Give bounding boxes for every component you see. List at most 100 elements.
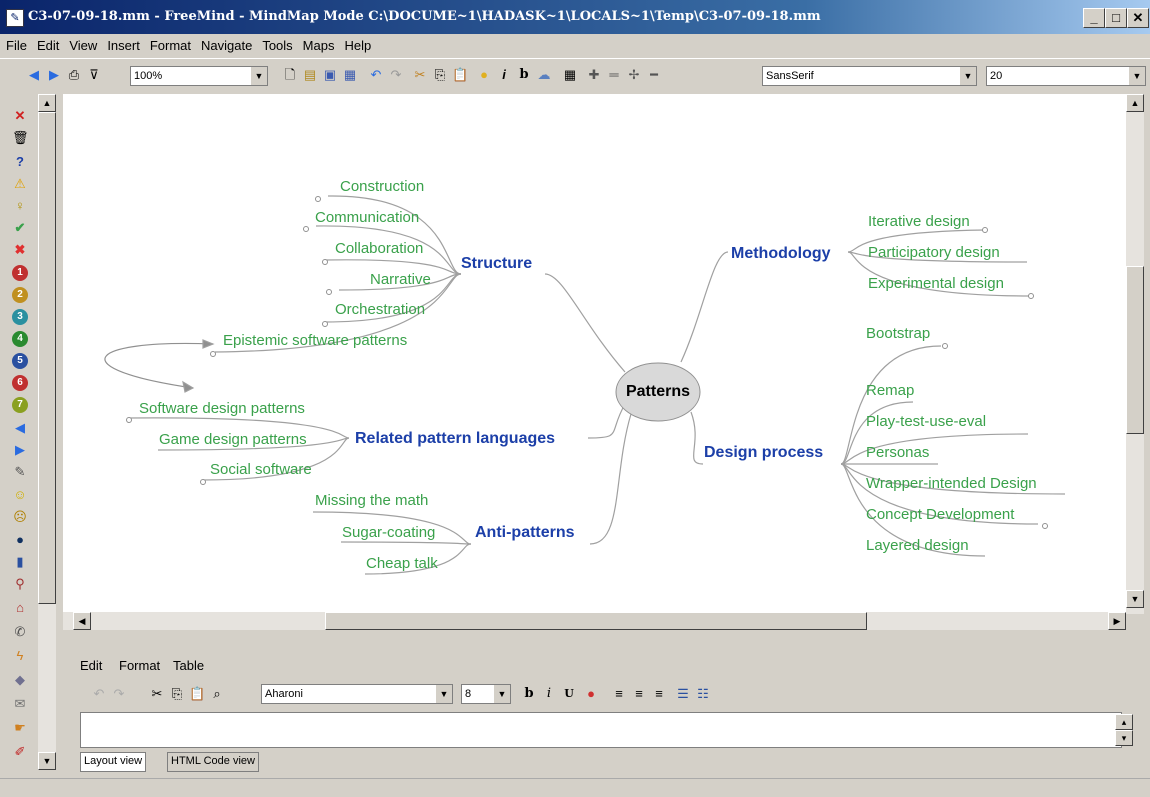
- hand-icon[interactable]: ☛: [12, 720, 28, 736]
- node-bootstrap[interactable]: Bootstrap: [866, 325, 930, 343]
- scroll-right-icon[interactable]: ▶: [1108, 612, 1126, 630]
- close-button[interactable]: ✕: [1127, 8, 1149, 28]
- scroll-down-icon[interactable]: ▾: [1115, 730, 1133, 746]
- cut-icon[interactable]: ✂: [412, 67, 428, 83]
- chevron-down-icon[interactable]: ▼: [959, 67, 976, 85]
- node-wrapper-intended-design[interactable]: Wrapper-intended Design: [866, 475, 1037, 493]
- book-icon[interactable]: ▮: [12, 554, 28, 570]
- redo-icon[interactable]: ↷: [388, 67, 404, 83]
- chevron-down-icon[interactable]: ▼: [493, 685, 510, 703]
- node-concept-development[interactable]: Concept Development: [866, 506, 1014, 524]
- scroll-down-icon[interactable]: ▼: [1126, 590, 1144, 608]
- edge-linear-icon[interactable]: ═: [606, 67, 622, 83]
- menu-maps[interactable]: Maps: [297, 34, 339, 53]
- menu-format[interactable]: Format: [144, 34, 195, 53]
- node-methodology[interactable]: Methodology: [731, 245, 831, 263]
- freemind-app-icon[interactable]: ✎: [6, 9, 24, 27]
- priority-6-icon[interactable]: 6: [12, 375, 28, 391]
- magnifier-icon[interactable]: ⚲: [12, 576, 28, 592]
- pen-icon[interactable]: ✐: [12, 744, 28, 760]
- align-right-icon[interactable]: ≡: [651, 686, 667, 702]
- bomb-icon[interactable]: ●: [12, 532, 28, 548]
- node-social-software[interactable]: Social software: [210, 461, 312, 479]
- calendar-icon[interactable]: ▦: [562, 67, 578, 83]
- node-missing-the-math[interactable]: Missing the math: [315, 492, 428, 510]
- node-narrative[interactable]: Narrative: [370, 271, 431, 289]
- menu-view[interactable]: View: [63, 34, 101, 53]
- priority-5-icon[interactable]: 5: [12, 353, 28, 369]
- chevron-down-icon[interactable]: ▼: [1128, 67, 1145, 85]
- node-construction[interactable]: Construction: [340, 178, 424, 196]
- node-sugar-coating[interactable]: Sugar-coating: [342, 524, 435, 542]
- node-orchestration[interactable]: Orchestration: [335, 301, 425, 319]
- italic-icon[interactable]: i: [541, 686, 557, 702]
- arrow-right-icon[interactable]: ▶: [12, 442, 28, 458]
- icon-toolbar-scrollbar[interactable]: ▲ ▼: [38, 94, 56, 770]
- save-as-icon[interactable]: ▦: [342, 67, 358, 83]
- node-collaboration[interactable]: Collaboration: [335, 240, 423, 258]
- node-iterative-design[interactable]: Iterative design: [868, 213, 970, 231]
- cut-icon[interactable]: ✂: [149, 686, 165, 702]
- menu-edit[interactable]: Edit: [31, 34, 63, 53]
- zoom-select[interactable]: 100% ▼: [130, 66, 268, 86]
- priority-7-icon[interactable]: 7: [12, 397, 28, 413]
- edge-bezier-icon[interactable]: ✢: [626, 67, 642, 83]
- copy-icon[interactable]: ⎘: [432, 67, 448, 83]
- mindmap-canvas[interactable]: Patterns Structure Construction Communic…: [63, 94, 1126, 612]
- node-play-test-use-eval[interactable]: Play-test-use-eval: [866, 413, 986, 431]
- scrollbar-thumb[interactable]: [325, 612, 867, 630]
- bold-icon[interactable]: b: [521, 686, 537, 702]
- cross-icon[interactable]: ✖: [12, 242, 28, 258]
- open-map-icon[interactable]: ▤: [302, 67, 318, 83]
- note-text-area[interactable]: [80, 712, 1122, 748]
- scroll-up-icon[interactable]: ▲: [1126, 94, 1144, 112]
- scrollbar-thumb[interactable]: [38, 112, 56, 604]
- node-layered-design[interactable]: Layered design: [866, 537, 969, 555]
- paste-icon[interactable]: 📋: [189, 686, 205, 702]
- italic-icon[interactable]: i: [496, 67, 512, 83]
- idea-icon[interactable]: ♀: [12, 198, 28, 214]
- scrollbar-thumb[interactable]: [1126, 266, 1144, 434]
- node-participatory-design[interactable]: Participatory design: [868, 244, 1000, 262]
- align-left-icon[interactable]: ≡: [611, 686, 627, 702]
- scroll-left-icon[interactable]: ◀: [73, 612, 91, 630]
- undo-icon[interactable]: ↶: [91, 686, 107, 702]
- root-node[interactable]: Patterns: [614, 383, 702, 401]
- question-icon[interactable]: ?: [12, 154, 28, 170]
- node-personas[interactable]: Personas: [866, 444, 929, 462]
- underline-icon[interactable]: U: [561, 686, 577, 702]
- menu-help[interactable]: Help: [338, 34, 375, 53]
- priority-4-icon[interactable]: 4: [12, 331, 28, 347]
- align-center-icon[interactable]: ≡: [631, 686, 647, 702]
- numbered-list-icon[interactable]: ☷: [695, 686, 711, 702]
- priority-2-icon[interactable]: 2: [12, 287, 28, 303]
- menu-navigate[interactable]: Navigate: [195, 34, 256, 53]
- node-software-design-patterns[interactable]: Software design patterns: [139, 400, 305, 418]
- color-icon[interactable]: ●: [583, 686, 599, 702]
- edge-sharp-icon[interactable]: ━: [646, 67, 662, 83]
- node-design-process[interactable]: Design process: [704, 444, 823, 462]
- node-anti-patterns[interactable]: Anti-patterns: [475, 524, 575, 542]
- note-font-size-select[interactable]: 8 ▼: [461, 684, 511, 704]
- home-icon[interactable]: ⌂: [12, 600, 28, 616]
- scroll-up-icon[interactable]: ▲: [38, 94, 56, 112]
- note-font-family-select[interactable]: Aharoni ▼: [261, 684, 453, 704]
- new-map-icon[interactable]: 🗋: [282, 67, 298, 83]
- node-add-icon[interactable]: ✚: [586, 67, 602, 83]
- node-epistemic-software-patterns[interactable]: Epistemic software patterns: [223, 332, 407, 350]
- menu-file[interactable]: File: [0, 34, 31, 53]
- forward-icon[interactable]: ▶: [46, 67, 62, 83]
- warning-icon[interactable]: ⚠: [12, 176, 28, 192]
- pencil-icon[interactable]: ✎: [12, 464, 28, 480]
- paste-icon[interactable]: 📋: [452, 67, 468, 83]
- phone-icon[interactable]: ✆: [12, 624, 28, 640]
- node-experimental-design[interactable]: Experimental design: [868, 275, 1004, 293]
- maximize-button[interactable]: □: [1105, 8, 1127, 28]
- flash-icon[interactable]: ϟ: [12, 648, 28, 664]
- node-related-pattern-languages[interactable]: Related pattern languages: [355, 430, 555, 448]
- chevron-down-icon[interactable]: ▼: [435, 685, 452, 703]
- cloud-icon[interactable]: ☁: [536, 67, 552, 83]
- note-menu-format[interactable]: Format: [119, 658, 160, 673]
- note-menu-table[interactable]: Table: [173, 658, 204, 673]
- tab-layout-view[interactable]: Layout view: [80, 752, 147, 772]
